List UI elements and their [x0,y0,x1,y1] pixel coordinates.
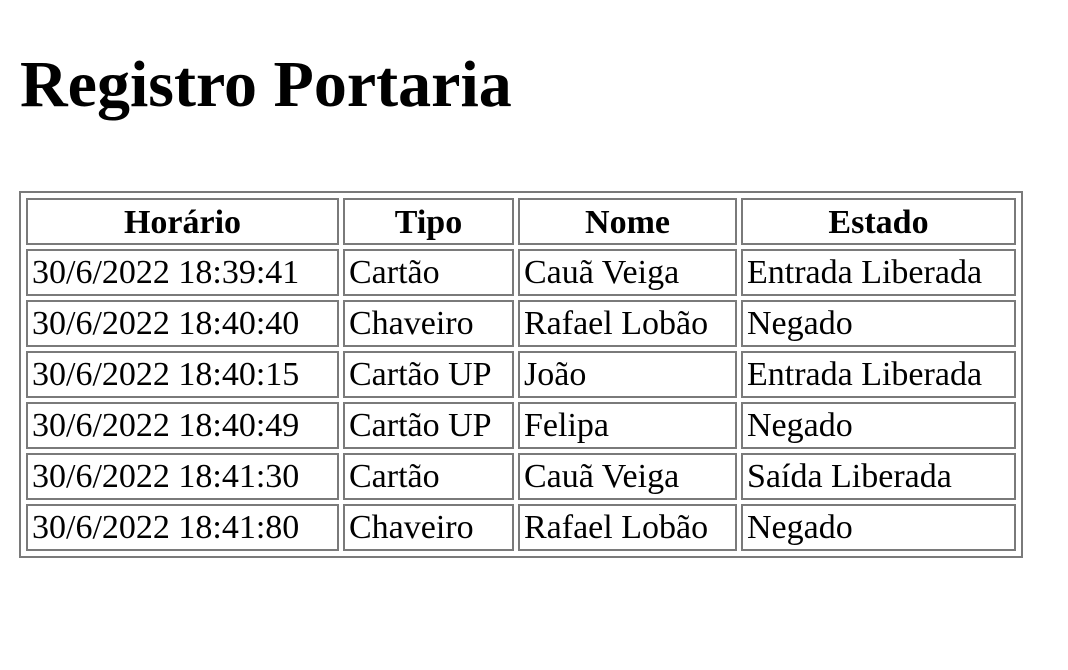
cell-estado: Negado [741,300,1016,347]
cell-tipo: Cartão [343,249,514,296]
table-row: 30/6/2022 18:41:80 Chaveiro Rafael Lobão… [26,504,1016,551]
table-row: 30/6/2022 18:39:41 Cartão Cauã Veiga Ent… [26,249,1016,296]
cell-tipo: Chaveiro [343,504,514,551]
column-header-nome: Nome [518,198,737,245]
cell-horario: 30/6/2022 18:41:80 [26,504,339,551]
cell-nome: Felipa [518,402,737,449]
column-header-horario: Horário [26,198,339,245]
cell-nome: Cauã Veiga [518,453,737,500]
cell-nome: Rafael Lobão [518,300,737,347]
cell-tipo: Chaveiro [343,300,514,347]
table-row: 30/6/2022 18:40:49 Cartão UP Felipa Nega… [26,402,1016,449]
cell-estado: Entrada Liberada [741,351,1016,398]
column-header-estado: Estado [741,198,1016,245]
table-header-row: Horário Tipo Nome Estado [26,198,1016,245]
cell-horario: 30/6/2022 18:40:15 [26,351,339,398]
cell-horario: 30/6/2022 18:40:49 [26,402,339,449]
cell-horario: 30/6/2022 18:39:41 [26,249,339,296]
cell-nome: Cauã Veiga [518,249,737,296]
cell-nome: Rafael Lobão [518,504,737,551]
page-title: Registro Portaria [20,48,512,121]
cell-tipo: Cartão [343,453,514,500]
table-row: 30/6/2022 18:41:30 Cartão Cauã Veiga Saí… [26,453,1016,500]
cell-horario: 30/6/2022 18:40:40 [26,300,339,347]
column-header-tipo: Tipo [343,198,514,245]
cell-nome: João [518,351,737,398]
cell-estado: Negado [741,402,1016,449]
access-log-table: Horário Tipo Nome Estado 30/6/2022 18:39… [19,191,1023,558]
cell-horario: 30/6/2022 18:41:30 [26,453,339,500]
cell-estado: Saída Liberada [741,453,1016,500]
cell-tipo: Cartão UP [343,402,514,449]
cell-estado: Negado [741,504,1016,551]
table-row: 30/6/2022 18:40:40 Chaveiro Rafael Lobão… [26,300,1016,347]
table-row: 30/6/2022 18:40:15 Cartão UP João Entrad… [26,351,1016,398]
cell-estado: Entrada Liberada [741,249,1016,296]
cell-tipo: Cartão UP [343,351,514,398]
